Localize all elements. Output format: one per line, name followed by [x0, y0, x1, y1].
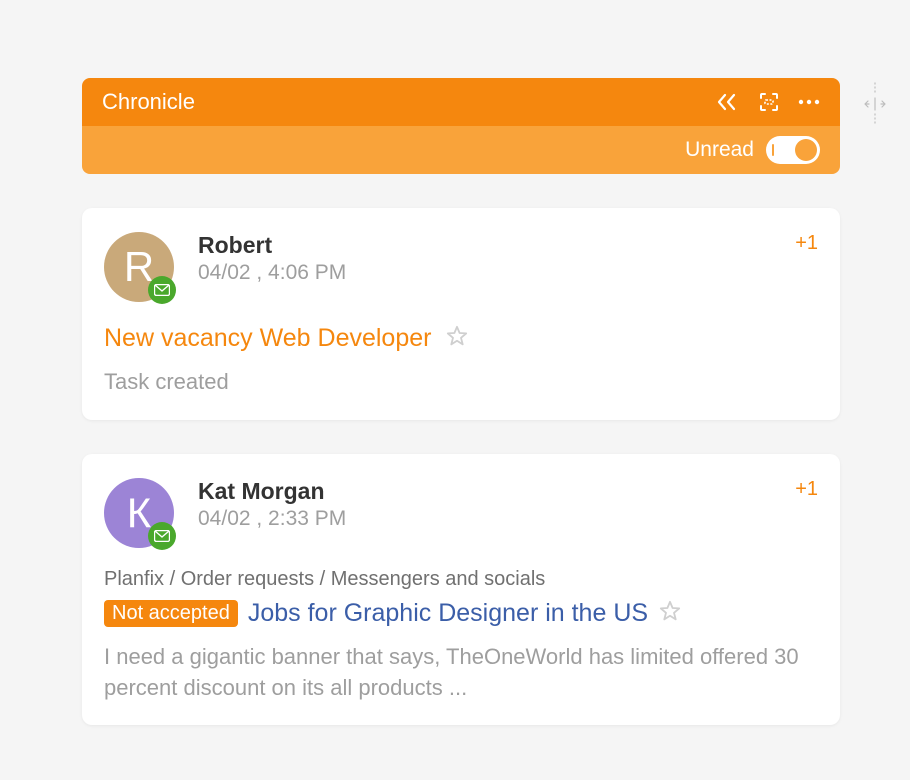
header-actions — [716, 91, 820, 113]
mail-badge-icon — [148, 522, 176, 550]
mail-badge-icon — [148, 276, 176, 304]
more-icon[interactable] — [798, 99, 820, 105]
scan-icon[interactable] — [758, 91, 780, 113]
status-badge: Not accepted — [104, 600, 238, 627]
unread-count[interactable]: +1 — [795, 478, 818, 501]
entry-title[interactable]: New vacancy Web Developer — [104, 324, 431, 353]
panel-header: Chronicle — [82, 78, 840, 126]
avatar[interactable]: К — [104, 478, 174, 548]
star-icon[interactable] — [445, 324, 469, 353]
panel-subheader: Unread — [82, 126, 840, 174]
entry-title[interactable]: Jobs for Graphic Designer in the US — [248, 599, 648, 628]
author-name: Robert — [198, 232, 795, 259]
entry-body: I need a gigantic banner that says, TheO… — [104, 642, 818, 704]
breadcrumb[interactable]: Planfix / Order requests / Messengers an… — [104, 568, 818, 591]
chronicle-entry[interactable]: R Robert 04/02 , 4:06 PM +1 New vacancy … — [82, 208, 840, 420]
resize-handle-icon[interactable] — [860, 82, 890, 131]
author-name: Kat Morgan — [198, 478, 795, 505]
chronicle-entry[interactable]: К Kat Morgan 04/02 , 2:33 PM +1 Planfix … — [82, 454, 840, 726]
collapse-icon[interactable] — [716, 92, 740, 112]
star-icon[interactable] — [658, 599, 682, 628]
avatar[interactable]: R — [104, 232, 174, 302]
entry-body: Task created — [104, 367, 818, 398]
panel-title: Chronicle — [102, 89, 716, 115]
unread-label: Unread — [685, 138, 754, 162]
unread-toggle[interactable] — [766, 136, 820, 164]
chronicle-panel: Chronicle — [82, 78, 840, 725]
unread-count[interactable]: +1 — [795, 232, 818, 255]
timestamp: 04/02 , 4:06 PM — [198, 261, 795, 285]
timestamp: 04/02 , 2:33 PM — [198, 507, 795, 531]
